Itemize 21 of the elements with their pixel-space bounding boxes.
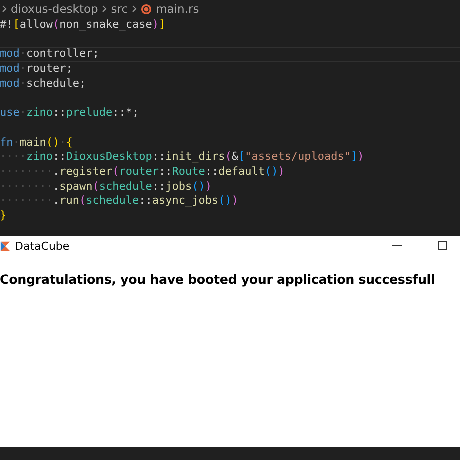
code-line: ····zino::DioxusDesktop::init_dirs(&["assets/uploads"]) bbox=[0, 150, 366, 165]
breadcrumb-item[interactable]: main.rs bbox=[156, 2, 200, 16]
code-line: mod·controller; bbox=[0, 47, 460, 62]
breadcrumb-item[interactable]: dioxus-desktop bbox=[11, 2, 98, 16]
chevron-icon bbox=[102, 5, 108, 13]
code-line: #![allow(non_snake_case)] bbox=[0, 18, 167, 33]
breadcrumb-item[interactable]: src bbox=[111, 2, 128, 16]
maximize-icon[interactable] bbox=[438, 241, 448, 251]
heading: Congratulations, you have booted your application successfull bbox=[0, 272, 436, 287]
window-title: DataCube bbox=[15, 240, 71, 252]
code-line: fn·main()·{ bbox=[0, 136, 74, 150]
code-line: ········.spawn(schedule::jobs()) bbox=[0, 180, 213, 194]
code-line: mod·router; bbox=[0, 62, 74, 77]
hourglass-icon bbox=[0, 240, 11, 252]
code-line: mod·schedule; bbox=[0, 76, 88, 92]
code-line: ········.register(router::Route::default()) bbox=[0, 164, 286, 180]
chevron-icon bbox=[132, 5, 138, 13]
code-line: use·zino::prelude::*; bbox=[0, 106, 140, 121]
code-line: ········.run(schedule::async_jobs()) bbox=[0, 194, 240, 209]
chevron-icon bbox=[2, 5, 7, 13]
code-line: } bbox=[0, 208, 8, 224]
